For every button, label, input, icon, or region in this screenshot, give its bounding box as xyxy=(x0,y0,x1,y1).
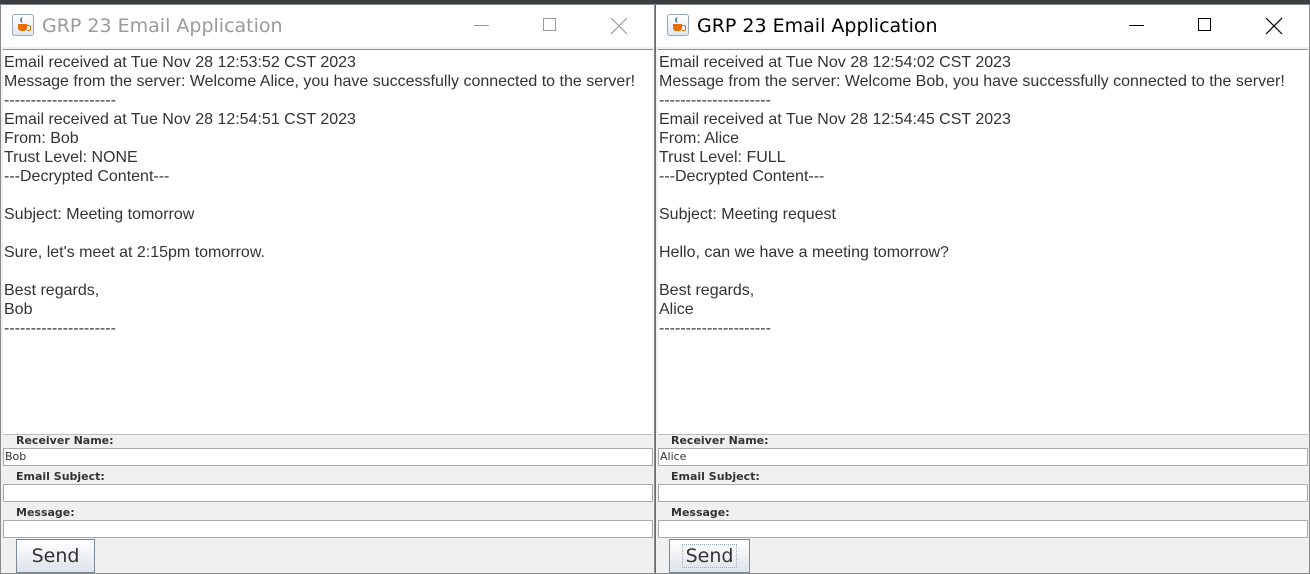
window-title: GRP 23 Email Application xyxy=(697,15,938,37)
title-bar[interactable]: GRP 23 Email Application xyxy=(656,5,1309,47)
java-coffee-cup-icon[interactable] xyxy=(667,14,689,36)
email-window-alice[interactable]: GRP 23 Email Application Email received … xyxy=(0,4,655,574)
email-subject-input[interactable] xyxy=(3,484,653,502)
message-input[interactable] xyxy=(3,520,653,538)
send-button-label: Send xyxy=(681,544,738,568)
receiver-name-label: Receiver Name: xyxy=(16,434,114,447)
close-button[interactable] xyxy=(596,5,642,47)
send-button-label: Send xyxy=(31,545,80,567)
close-button[interactable] xyxy=(1251,5,1297,47)
email-subject-input[interactable] xyxy=(658,484,1308,502)
send-button[interactable]: Send xyxy=(16,539,95,573)
title-bar[interactable]: GRP 23 Email Application xyxy=(1,5,654,47)
maximize-icon xyxy=(1198,18,1211,31)
receiver-name-label: Receiver Name: xyxy=(671,434,769,447)
window-title: GRP 23 Email Application xyxy=(42,15,283,37)
email-subject-label: Email Subject: xyxy=(16,470,105,483)
close-icon xyxy=(610,17,628,35)
receiver-name-input[interactable]: Alice xyxy=(658,448,1308,466)
email-subject-label: Email Subject: xyxy=(671,470,760,483)
maximize-button[interactable] xyxy=(1182,5,1228,47)
java-coffee-cup-icon[interactable] xyxy=(12,14,34,36)
minimize-icon xyxy=(1129,25,1144,26)
message-input[interactable] xyxy=(658,520,1308,538)
message-label: Message: xyxy=(671,506,730,519)
message-log-textarea[interactable]: Email received at Tue Nov 28 12:54:02 CS… xyxy=(658,49,1308,435)
maximize-button[interactable] xyxy=(527,5,573,47)
email-window-bob[interactable]: GRP 23 Email Application Email received … xyxy=(655,4,1310,574)
close-icon xyxy=(1265,17,1283,35)
minimize-icon xyxy=(474,25,489,26)
message-log-textarea[interactable]: Email received at Tue Nov 28 12:53:52 CS… xyxy=(3,49,653,435)
receiver-name-input[interactable]: Bob xyxy=(3,448,653,466)
message-label: Message: xyxy=(16,506,75,519)
maximize-icon xyxy=(543,18,556,31)
send-button[interactable]: Send xyxy=(669,539,750,573)
minimize-button[interactable] xyxy=(458,5,504,47)
minimize-button[interactable] xyxy=(1113,5,1159,47)
